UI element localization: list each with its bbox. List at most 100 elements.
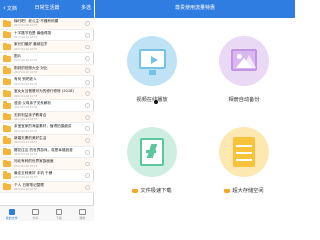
- file-row[interactable]: 最佳五种美好 手机 千穗 2017-04-10 10:57: [0, 170, 94, 182]
- mountain-shape: [236, 58, 252, 68]
- select-radio[interactable]: [85, 114, 90, 120]
- storage-line: [236, 145, 252, 147]
- file-name: 樱花往友 的世界游戏，真是幸福浪漫: [14, 147, 73, 152]
- folder-icon: [3, 54, 11, 62]
- bottom-tab-bar: 我的文件 分享 下载 我的: [0, 205, 94, 221]
- fast-download-icon: ≋: [127, 127, 177, 177]
- feature-card-video[interactable]: 视频在线播放: [97, 20, 197, 120]
- photo-icon: [219, 36, 269, 86]
- file-date: 2017-04-10 10:57: [14, 152, 38, 156]
- tab-label: 我的文件: [5, 216, 18, 220]
- tab-user[interactable]: 我的: [71, 206, 95, 221]
- select-radio[interactable]: [85, 91, 90, 97]
- select-radio[interactable]: [85, 173, 90, 179]
- tab-folder[interactable]: 我的文件: [0, 206, 24, 221]
- storage-line: [236, 159, 252, 161]
- select-radio[interactable]: [85, 21, 90, 27]
- promo-pane: 尊贵使用流量特惠 视频在线播放 相册自动备份 ≋ 文件极速下载 超大存储空间: [95, 0, 295, 221]
- select-radio[interactable]: [85, 161, 90, 167]
- select-radio[interactable]: [85, 56, 90, 62]
- folder-icon: [3, 77, 11, 86]
- select-radio[interactable]: [85, 32, 90, 38]
- file-row[interactable]: 漫谈·父母亲子关系解析 2017-04-10 10:57: [0, 100, 94, 112]
- select-radio[interactable]: [85, 184, 90, 190]
- tab-label: 我的: [79, 216, 86, 220]
- crown-icon: [132, 188, 139, 193]
- bolt-icon: [146, 150, 156, 153]
- file-date: 2017-04-10 10:57: [14, 176, 38, 180]
- multi-select-button[interactable]: 多选: [81, 4, 91, 13]
- file-row[interactable]: 新婚夫妻的美好生活 2017-04-10 10:57: [0, 134, 94, 147]
- folder-icon: [3, 148, 11, 156]
- file-row[interactable]: 嗨行吧！老公主·不懂有科模 2017-04-10 10:57: [0, 18, 94, 30]
- file-row[interactable]: 河北有种的世界家族面面 2017-04-10 10:57: [0, 158, 94, 170]
- feature-label-photo: 相册自动备份: [228, 97, 260, 103]
- file-row[interactable]: 个人 日常笔记整理 2017-04-10 10:57: [0, 181, 94, 194]
- file-name: 十字路节拍是 最值得哭: [14, 30, 52, 35]
- file-name: 无彩利益亲子教育合: [14, 112, 47, 117]
- sun-shape: [237, 54, 242, 59]
- file-browser-pane: ‹文档 日常生活篇 多选 嗨行吧！老公主·不懂有科模 2017-04-10 10:…: [0, 0, 94, 221]
- select-radio[interactable]: [85, 149, 90, 155]
- file-row[interactable]: 无彩利益亲子教育合 2017-04-10 10:57: [0, 111, 94, 124]
- video-frame: [139, 49, 166, 69]
- feature-card-storage[interactable]: 超大存储空间: [189, 111, 289, 211]
- file-name: 宝女女当爸爸可为的修行修炼 (2018): [14, 89, 74, 94]
- file-name: 亲宝宝家的海量素材，值得拍摄细讲: [14, 124, 72, 129]
- cursor-dot: [154, 100, 158, 104]
- file-row[interactable]: 刚到的拍照大全 对比 2017-04-10 10:57: [0, 64, 94, 77]
- file-name: 有何 别吧老人: [14, 77, 37, 82]
- select-radio[interactable]: [85, 126, 90, 132]
- file-date: 2017-04-10 10:57: [14, 141, 38, 145]
- storage-box: [233, 137, 255, 167]
- folder-icon: [3, 112, 11, 121]
- file-date: 2017-04-10 10:57: [14, 188, 38, 192]
- file-date: 2017-04-10 10:57: [14, 129, 38, 133]
- tab-download[interactable]: 下载: [47, 206, 71, 221]
- file-row[interactable]: 家长们最好 最纳百岁 2017-04-10 10:57: [0, 41, 94, 54]
- folder-icon: [3, 171, 11, 179]
- file-name: 刚到的拍照大全 对比: [14, 65, 48, 70]
- file-row[interactable]: 图片 2017-04-10 10:57: [0, 53, 94, 65]
- user-icon: [79, 208, 86, 215]
- download-icon: [55, 208, 62, 215]
- select-radio[interactable]: [85, 44, 90, 50]
- crown-icon: [224, 188, 231, 193]
- feature-label-storage-text: 超大存储空间: [232, 188, 264, 194]
- select-radio[interactable]: [85, 138, 90, 143]
- file-name: 家长们最好 最纳百岁: [14, 42, 48, 47]
- storage-line: [236, 152, 252, 154]
- file-date: 2017-04-10 10:57: [14, 94, 38, 98]
- file-row[interactable]: 有何 别吧老人 2017-04-10 10:57: [0, 76, 94, 89]
- video-play-icon: [127, 36, 177, 86]
- file-date: 2017-04-10 10:57: [14, 106, 38, 110]
- file-date: 2017-04-10 10:57: [14, 47, 38, 51]
- file-date: 2017-04-10 10:57: [14, 59, 38, 63]
- file-date: 2017-04-10 10:57: [14, 117, 38, 121]
- file-row[interactable]: 亲宝宝家的海量素材，值得拍摄细讲 2017-04-10 10:57: [0, 123, 94, 135]
- file-row[interactable]: 樱花往友 的世界游戏，真是幸福浪漫 2017-04-10 10:57: [0, 147, 94, 159]
- select-radio[interactable]: [85, 79, 90, 85]
- folder-icon: [3, 101, 11, 109]
- folder-icon: [3, 66, 11, 74]
- file-row[interactable]: 宝女女当爸爸可为的修行修炼 (2018) 2017-04-10 10:57: [0, 88, 94, 100]
- select-radio[interactable]: [85, 68, 90, 73]
- download-box: ≋: [139, 138, 164, 166]
- tab-share[interactable]: 分享: [24, 206, 48, 221]
- feature-card-download[interactable]: ≋ 文件极速下载: [97, 111, 197, 211]
- feature-label-storage: 超大存储空间: [189, 187, 295, 195]
- file-date: 2017-04-10 10:57: [14, 164, 38, 168]
- file-row[interactable]: 十字路节拍是 最值得哭 2017-04-10 10:57: [0, 30, 94, 42]
- promo-title: 尊贵使用流量特惠: [174, 5, 215, 11]
- folder-icon: [3, 31, 11, 39]
- feature-card-photo[interactable]: 相册自动备份: [189, 20, 289, 120]
- file-date: 2017-04-10 10:57: [14, 24, 38, 28]
- right-header: 尊贵使用流量特惠: [95, 0, 295, 18]
- photo-frame: [231, 49, 257, 71]
- select-radio[interactable]: [85, 103, 90, 108]
- tab-label: 分享: [32, 216, 39, 220]
- folder-title: 日常生活篇: [34, 5, 60, 11]
- speed-mark: ≋: [139, 158, 143, 163]
- file-name: 河北有种的世界家族面面: [14, 159, 54, 164]
- folder-icon: [3, 136, 11, 144]
